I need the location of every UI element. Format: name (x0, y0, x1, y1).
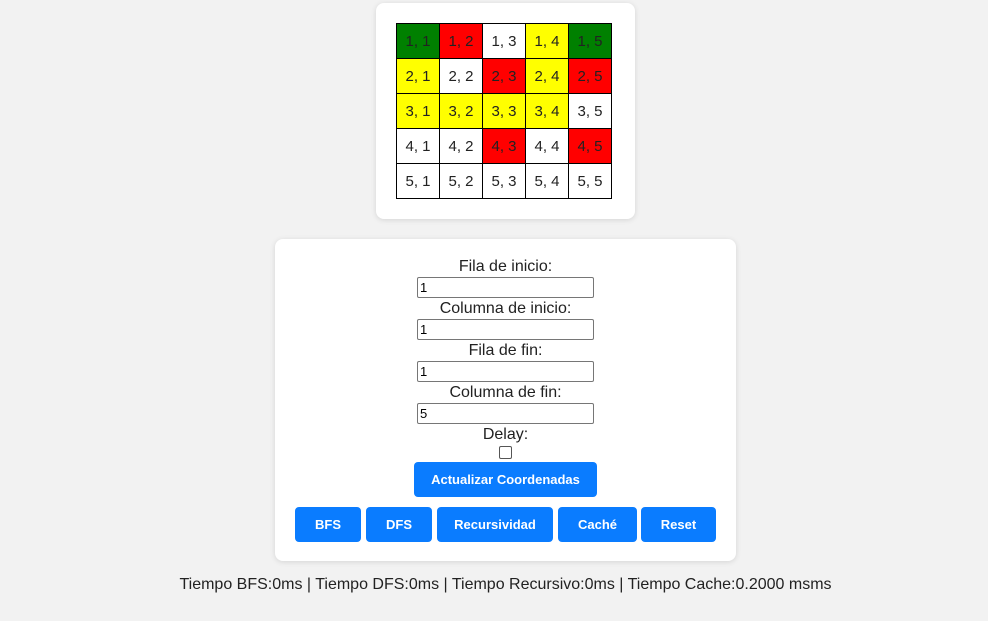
start-row-input[interactable] (417, 277, 594, 298)
grid-cell[interactable]: 5, 2 (439, 163, 483, 199)
grid-cell[interactable]: 1, 3 (482, 23, 526, 59)
grid-cell[interactable]: 3, 5 (568, 93, 612, 129)
cache-button[interactable]: Caché (558, 507, 637, 542)
grid-cell[interactable]: 2, 2 (439, 58, 483, 94)
grid-cell[interactable]: 1, 2 (439, 23, 483, 59)
grid-cell[interactable]: 5, 3 (482, 163, 526, 199)
dfs-button[interactable]: DFS (366, 507, 432, 542)
grid-cell[interactable]: 4, 3 (482, 128, 526, 164)
maze-grid: 1, 1 1, 2 1, 3 1, 4 1, 5 2, 1 2, 2 2, 3 2, 4 2, 5… (396, 23, 612, 199)
grid-cell[interactable]: 4, 5 (568, 128, 612, 164)
grid-cell[interactable]: 4, 2 (439, 128, 483, 164)
grid-cell[interactable]: 3, 1 (396, 93, 440, 129)
grid-cell[interactable]: 5, 1 (396, 163, 440, 199)
end-row-input[interactable] (417, 361, 594, 382)
update-coordinates-button[interactable]: Actualizar Coordenadas (414, 462, 597, 497)
grid-cell[interactable]: 2, 3 (482, 58, 526, 94)
grid-cell[interactable]: 3, 3 (482, 93, 526, 129)
grid-cell[interactable]: 3, 2 (439, 93, 483, 129)
grid-cell[interactable]: 2, 1 (396, 58, 440, 94)
delay-checkbox[interactable] (499, 446, 512, 459)
bfs-button[interactable]: BFS (295, 507, 361, 542)
grid-row: 2, 1 2, 2 2, 3 2, 4 2, 5 (396, 58, 612, 94)
start-row-label: Fila de inicio: (458, 258, 553, 275)
grid-cell[interactable]: 2, 4 (525, 58, 569, 94)
grid-cell[interactable]: 4, 1 (396, 128, 440, 164)
timing-status: Tiempo BFS:0ms | Tiempo DFS:0ms | Tiempo… (179, 576, 832, 593)
grid-cell[interactable]: 1, 4 (525, 23, 569, 59)
end-row-label: Fila de fin: (468, 342, 543, 359)
algorithm-buttons: BFS DFS Recursividad Caché Reset (295, 507, 716, 542)
grid-row: 4, 1 4, 2 4, 3 4, 4 4, 5 (396, 128, 612, 164)
grid-cell[interactable]: 4, 4 (525, 128, 569, 164)
grid-cell[interactable]: 1, 1 (396, 23, 440, 59)
grid-cell[interactable]: 1, 5 (568, 23, 612, 59)
grid-row: 3, 1 3, 2 3, 3 3, 4 3, 5 (396, 93, 612, 129)
grid-cell[interactable]: 5, 4 (525, 163, 569, 199)
coordinates-form: Fila de inicio: Columna de inicio: Fila … (275, 258, 736, 459)
end-col-input[interactable] (417, 403, 594, 424)
controls-panel: Fila de inicio: Columna de inicio: Fila … (275, 239, 736, 561)
grid-panel: 1, 1 1, 2 1, 3 1, 4 1, 5 2, 1 2, 2 2, 3 2, 4 2, 5… (376, 3, 635, 219)
recursive-button[interactable]: Recursividad (437, 507, 553, 542)
delay-label: Delay: (482, 426, 529, 443)
grid-row: 1, 1 1, 2 1, 3 1, 4 1, 5 (396, 23, 612, 59)
reset-button[interactable]: Reset (641, 507, 716, 542)
start-col-input[interactable] (417, 319, 594, 340)
start-col-label: Columna de inicio: (439, 300, 572, 317)
end-col-label: Columna de fin: (449, 384, 562, 401)
grid-cell[interactable]: 2, 5 (568, 58, 612, 94)
grid-row: 5, 1 5, 2 5, 3 5, 4 5, 5 (396, 163, 612, 199)
grid-cell[interactable]: 3, 4 (525, 93, 569, 129)
grid-cell[interactable]: 5, 5 (568, 163, 612, 199)
